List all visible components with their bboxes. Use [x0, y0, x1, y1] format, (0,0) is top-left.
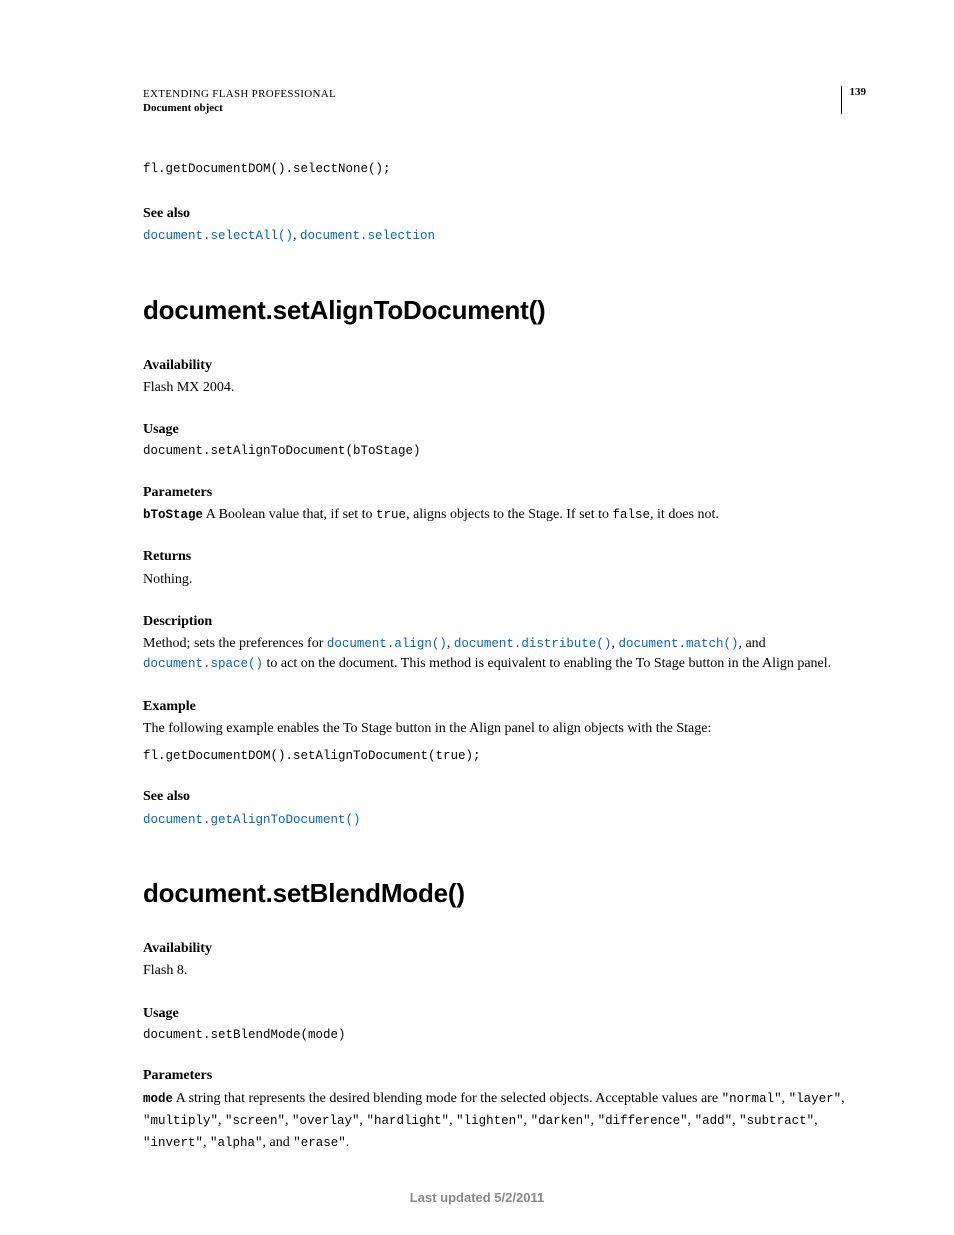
link-get-align[interactable]: document.getAlignToDocument() — [143, 813, 361, 827]
page-header: EXTENDING FLASH PROFESSIONAL Document ob… — [143, 88, 864, 114]
link-selection[interactable]: document.selection — [300, 229, 435, 243]
availability-heading: Availability — [143, 356, 864, 376]
parameters-heading-2: Parameters — [143, 1066, 864, 1086]
usage-heading-2: Usage — [143, 1004, 864, 1024]
section-title-2: document.setBlendMode() — [143, 878, 864, 909]
link-match[interactable]: document.match() — [618, 637, 738, 651]
header-title: EXTENDING FLASH PROFESSIONAL — [143, 88, 864, 100]
see-also-links: document.selectAll(), document.selection — [143, 226, 864, 246]
returns-heading: Returns — [143, 547, 864, 567]
see-also-block-2: See also document.getAlignToDocument() — [143, 787, 864, 830]
usage-code-2: document.setBlendMode(mode) — [143, 1026, 864, 1044]
parameters-text-2: mode A string that represents the desire… — [143, 1088, 864, 1153]
availability-text: Flash MX 2004. — [143, 378, 864, 398]
param-name-2: mode — [143, 1092, 173, 1106]
description-text: Method; sets the preferences for documen… — [143, 634, 864, 675]
usage-block-2: Usage document.setBlendMode(mode) — [143, 1004, 864, 1044]
parameters-block-2: Parameters mode A string that represents… — [143, 1066, 864, 1153]
link-select-all[interactable]: document.selectAll() — [143, 229, 293, 243]
see-also-heading: See also — [143, 204, 864, 224]
link-align[interactable]: document.align() — [327, 637, 447, 651]
description-heading: Description — [143, 612, 864, 632]
example-text: The following example enables the To Sta… — [143, 719, 864, 739]
page: EXTENDING FLASH PROFESSIONAL Document ob… — [0, 0, 954, 1235]
returns-text: Nothing. — [143, 570, 864, 590]
page-number: 139 — [841, 86, 867, 114]
see-also-heading-2: See also — [143, 787, 864, 807]
parameters-heading: Parameters — [143, 483, 864, 503]
section-title: document.setAlignToDocument() — [143, 295, 864, 326]
link-distribute[interactable]: document.distribute() — [454, 637, 612, 651]
returns-block: Returns Nothing. — [143, 547, 864, 590]
usage-block: Usage document.setAlignToDocument(bToSta… — [143, 420, 864, 460]
availability-block-2: Availability Flash 8. — [143, 939, 864, 982]
code-line: fl.getDocumentDOM().selectNone(); — [143, 162, 864, 176]
param-name: bToStage — [143, 508, 203, 522]
description-block: Description Method; sets the preferences… — [143, 612, 864, 675]
footer-updated: Last updated 5/2/2011 — [0, 1190, 954, 1205]
availability-block: Availability Flash MX 2004. — [143, 356, 864, 399]
example-code: fl.getDocumentDOM().setAlignToDocument(t… — [143, 747, 864, 765]
parameters-text: bToStage A Boolean value that, if set to… — [143, 505, 864, 525]
link-space[interactable]: document.space() — [143, 657, 263, 671]
section-set-align: document.setAlignToDocument() Availabili… — [143, 295, 864, 830]
usage-heading: Usage — [143, 420, 864, 440]
parameters-block: Parameters bToStage A Boolean value that… — [143, 483, 864, 526]
example-block: Example The following example enables th… — [143, 697, 864, 766]
header-subtitle: Document object — [143, 102, 864, 114]
availability-heading-2: Availability — [143, 939, 864, 959]
availability-text-2: Flash 8. — [143, 961, 864, 981]
example-heading: Example — [143, 697, 864, 717]
section-set-blend: document.setBlendMode() Availability Fla… — [143, 878, 864, 1153]
see-also-block: See also document.selectAll(), document.… — [143, 204, 864, 247]
usage-code: document.setAlignToDocument(bToStage) — [143, 442, 864, 460]
